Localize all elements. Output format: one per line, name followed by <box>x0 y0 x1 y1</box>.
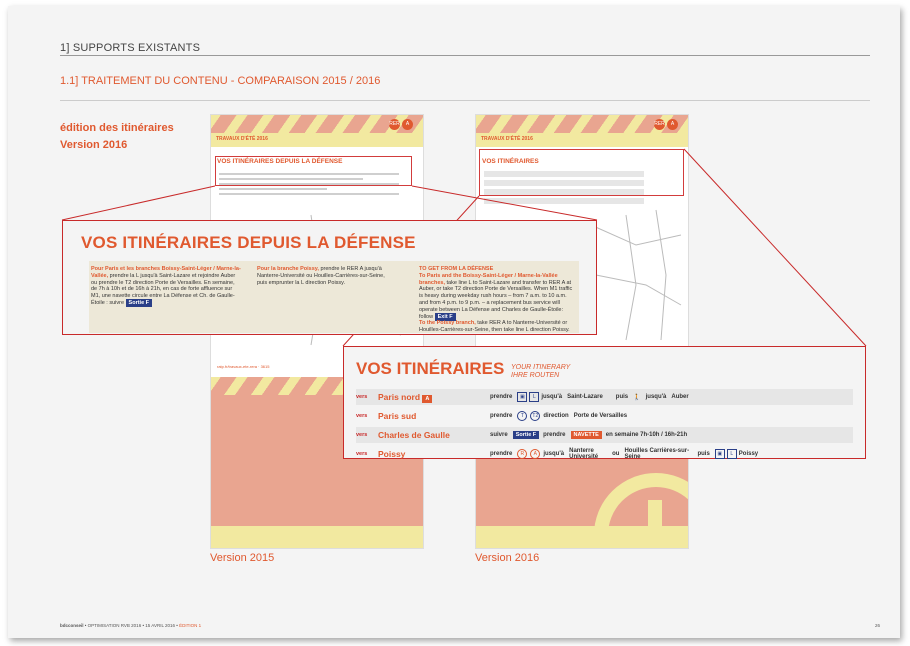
rer-icon: R <box>517 449 528 459</box>
route-row: vers Paris nord A prendre ▣ L jusqu'à Sai… <box>356 389 853 405</box>
callout-2015-col-fr1: Pour Paris et les branches Boissy-Saint-… <box>91 266 241 307</box>
route-row: vers Charles de Gaulle suivre Sortie F p… <box>356 427 853 443</box>
rer-a-icon: A <box>422 395 433 403</box>
callout-2015-col-en: TO GET FROM LA DÉFENSE To Paris and the … <box>419 266 575 334</box>
route-destination-text: Paris nord <box>378 392 421 402</box>
route-destination: Charles de Gaulle <box>378 430 450 440</box>
route-destination: Poissy <box>378 449 406 459</box>
callout-2015-col3-lead: TO GET FROM LA DÉFENSE <box>419 266 494 272</box>
footer-edition: ÉDITION 1 <box>179 623 202 628</box>
route-vers: vers <box>356 451 368 457</box>
callout-2015-col1-text: prendre la L jusqu'à Saint-Lazare et rej… <box>91 272 236 306</box>
route-jusqua: jusqu'à <box>543 451 565 457</box>
route-ou: ou <box>612 451 620 457</box>
callout-2015-title: VOS ITINÉRAIRES DEPUIS LA DÉFENSE <box>81 233 416 252</box>
line-l-icon: L <box>726 449 737 459</box>
route-vers: vers <box>356 394 368 400</box>
route-prendre: prendre <box>543 432 566 438</box>
callout-2015-col1-chip: Sortie F <box>125 298 153 307</box>
route-destination: Paris sud <box>378 411 417 421</box>
route-jusqua-2: jusqu'à <box>645 394 667 400</box>
callout-2015-body: Pour Paris et les branches Boissy-Saint-… <box>89 261 579 333</box>
callout-2015-col3-lead3: To the Poissy branch, <box>419 320 476 327</box>
callout-2015-zoom: VOS ITINÉRAIRES DEPUIS LA DÉFENSE Pour P… <box>62 220 597 335</box>
route-prendre: prendre <box>490 394 513 400</box>
route-destination: Paris nord A <box>378 392 490 403</box>
callout-2016-zoom: VOS ITINÉRAIRES YOUR ITINERARY IHRE ROUT… <box>343 346 866 462</box>
train-icon: ▣ <box>517 392 528 402</box>
route-vers: vers <box>356 413 368 419</box>
route-row: vers Poissy prendre RA jusqu'à Nanterre … <box>356 446 853 462</box>
callout-2015-col2-lead: Pour la branche Poissy, <box>257 266 319 272</box>
route-stop: Porte de Versailles <box>573 413 628 419</box>
line-t2-icon: T2 <box>530 411 541 421</box>
tram-icon: T <box>517 411 528 421</box>
route-prendre: prendre <box>490 413 513 419</box>
route-prendre: prendre <box>490 451 513 457</box>
footer-text: • OPTIMISATION RVB 2016 • 15 AVRIL 2016 … <box>83 623 180 628</box>
route-direction: direction <box>543 413 569 419</box>
route-puis: puis <box>697 451 710 457</box>
route-hours: en semaine 7h-10h / 16h-21h <box>605 432 688 438</box>
walk-icon: 🚶 <box>633 394 641 401</box>
route-row: vers Paris sud prendre T T2 direction Por… <box>356 408 853 424</box>
route-puis: puis <box>615 394 629 400</box>
page-number: 26 <box>875 623 881 628</box>
callout-2016-subtitle-de: IHRE ROUTEN <box>511 372 560 379</box>
callout-2016-subtitle: YOUR ITINERARY IHRE ROUTEN <box>511 364 570 380</box>
train-icon: ▣ <box>714 449 725 459</box>
footer-brand: bdcconseil <box>60 623 84 628</box>
version-2015-label: Version 2015 <box>210 552 275 564</box>
route-stop-2: Houilles Carrières-sur-Seine <box>624 448 690 460</box>
version-2016-label: Version 2016 <box>475 552 540 564</box>
route-stop: Nanterre Université <box>569 448 599 460</box>
callout-2016-title: VOS ITINÉRAIRES <box>356 359 505 378</box>
callout-2015-col-fr2: Pour la branche Poissy, prendre le RER A… <box>257 266 387 286</box>
exit-sign-chip: Sortie F <box>512 431 540 439</box>
line-l-icon: L <box>529 392 540 402</box>
route-suivre: suivre <box>490 432 508 438</box>
route-stop-3: Poissy <box>738 451 759 457</box>
callout-2015-col3-chip: Exit F <box>434 312 456 321</box>
callout-2016-subtitle-en: YOUR ITINERARY <box>511 364 571 371</box>
route-jusqua: jusqu'à <box>541 394 563 400</box>
line-a-icon: A <box>530 449 541 459</box>
route-stop-2: Auber <box>671 394 689 400</box>
route-stop: Saint-Lazare <box>567 394 603 400</box>
shuttle-chip: NAVETTE <box>570 431 602 439</box>
page-footer: bdcconseil • OPTIMISATION RVB 2016 • 15 … <box>60 623 201 628</box>
presentation-page: 1] SUPPORTS EXISTANTS 1.1] TRAITEMENT DU… <box>8 6 900 638</box>
route-vers: vers <box>356 432 368 438</box>
